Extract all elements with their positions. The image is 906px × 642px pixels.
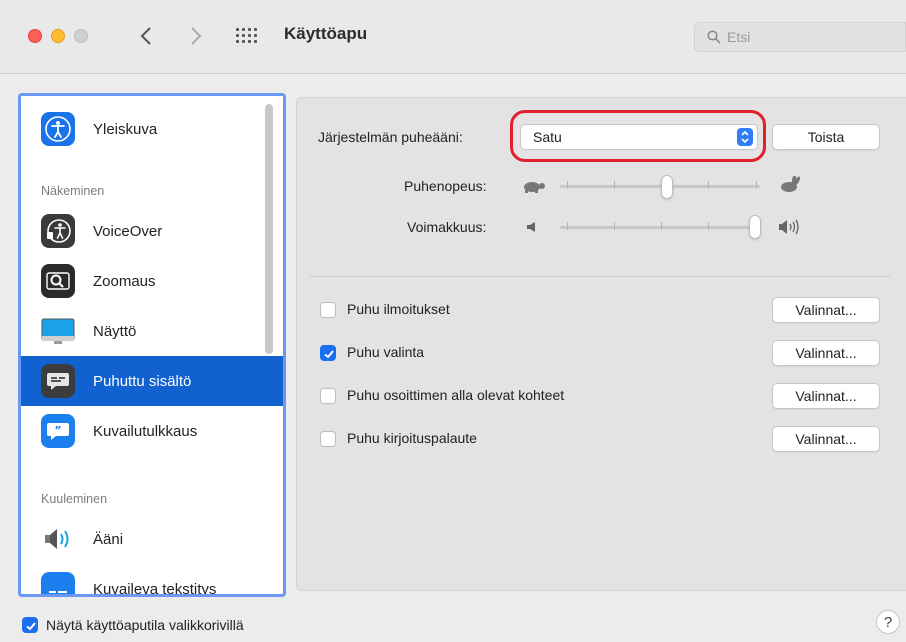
search-placeholder: Etsi — [727, 29, 751, 45]
sidebar-item-label: Kuvailutulkkaus — [93, 422, 198, 440]
section-heading-seeing: Näkeminen — [41, 184, 105, 198]
slider-tick — [567, 181, 568, 189]
sidebar-item-captions[interactable]: Kuvaileva tekstitys — [21, 564, 283, 597]
chevron-left-icon — [140, 27, 151, 45]
speak-selection-checkbox[interactable] — [320, 345, 336, 361]
turtle-icon — [524, 182, 545, 193]
slider-tick — [614, 222, 615, 230]
slider-tick — [708, 222, 709, 230]
section-divider — [310, 276, 890, 277]
slider-tick — [708, 181, 709, 189]
show-in-menubar-label: Näytä käyttöaputila valikkorivillä — [46, 617, 244, 633]
typing-feedback-options-button[interactable]: Valinnat... — [772, 426, 880, 452]
speaking-rate-knob[interactable] — [661, 175, 673, 199]
volume-slider[interactable] — [560, 226, 760, 229]
sidebar-item-voiceover[interactable]: VoiceOver — [21, 206, 283, 256]
zoom-icon — [41, 264, 75, 298]
sidebar[interactable]: Yleiskuva Näkeminen VoiceOver Zoomaus Nä… — [18, 93, 286, 597]
rabbit-icon — [781, 176, 801, 192]
sidebar-item-audio-description[interactable]: ” Kuvailutulkkaus — [21, 406, 283, 456]
slider-tick — [614, 181, 615, 189]
accessibility-icon — [41, 112, 75, 146]
sidebar-item-zoom[interactable]: Zoomaus — [21, 256, 283, 306]
announcements-label: Puhu ilmoitukset — [347, 301, 450, 317]
sidebar-item-overview[interactable]: Yleiskuva — [21, 104, 283, 154]
typing-feedback-checkbox[interactable] — [320, 431, 336, 447]
search-icon — [707, 30, 721, 44]
volume-knob[interactable] — [749, 215, 761, 239]
system-voice-label: Järjestelmän puheääni: — [318, 129, 463, 145]
sidebar-item-audio[interactable]: Ääni — [21, 514, 283, 564]
sidebar-item-spoken-content[interactable]: Puhuttu sisältö — [21, 356, 283, 406]
sidebar-item-label: Näyttö — [93, 322, 137, 340]
audio-description-icon: ” — [41, 414, 75, 448]
system-voice-popup[interactable]: Satu — [520, 124, 758, 150]
sidebar-item-label: Yleiskuva — [93, 120, 158, 138]
display-icon — [41, 314, 75, 348]
system-voice-value: Satu — [533, 129, 562, 145]
section-heading-hearing: Kuuleminen — [41, 492, 108, 506]
slider-tick — [661, 222, 662, 230]
sidebar-item-display[interactable]: Näyttö — [21, 306, 283, 356]
speaking-rate-slider[interactable] — [560, 185, 760, 188]
captions-icon — [41, 572, 75, 594]
speak-pointer-checkbox[interactable] — [320, 388, 336, 404]
speak-pointer-label: Puhu osoittimen alla olevat kohteet — [347, 387, 565, 403]
minimize-window-button[interactable] — [51, 29, 65, 43]
speaking-rate-label: Puhenopeus: — [404, 178, 487, 194]
show-all-grid-button[interactable] — [236, 26, 258, 46]
title-bar: Käyttöapu Etsi — [0, 0, 906, 74]
show-in-menubar-checkbox[interactable] — [22, 617, 38, 633]
announcements-options-button[interactable]: Valinnat... — [772, 297, 880, 323]
speak-selection-options-button[interactable]: Valinnat... — [772, 340, 880, 366]
sidebar-item-label: Kuvaileva tekstitys — [93, 580, 217, 597]
close-window-button[interactable] — [28, 29, 42, 43]
voiceover-icon — [41, 214, 75, 248]
checkmark-icon — [26, 622, 36, 631]
volume-low-icon — [527, 222, 535, 232]
chevron-right-icon — [191, 27, 202, 45]
sidebar-item-label: Zoomaus — [93, 272, 156, 290]
sidebar-item-label: Puhuttu sisältö — [93, 372, 192, 390]
slider-tick — [567, 222, 568, 230]
forward-button[interactable] — [182, 20, 210, 52]
volume-high-icon — [779, 219, 799, 235]
sidebar-item-label: VoiceOver — [93, 222, 163, 240]
speak-selection-label: Puhu valinta — [347, 344, 425, 360]
speaker-icon — [41, 522, 75, 556]
back-button[interactable] — [132, 20, 160, 52]
sidebar-item-label: Ääni — [93, 530, 124, 548]
zoom-window-button[interactable] — [74, 29, 88, 43]
svg-text:”: ” — [54, 424, 61, 437]
popup-stepper-icon — [737, 128, 753, 146]
slider-tick — [756, 181, 757, 189]
volume-label: Voimakkuus: — [407, 219, 487, 235]
announcements-checkbox[interactable] — [320, 302, 336, 318]
search-field[interactable]: Etsi — [694, 22, 906, 52]
typing-feedback-label: Puhu kirjoituspalaute — [347, 430, 477, 446]
speak-pointer-options-button[interactable]: Valinnat... — [772, 383, 880, 409]
help-button[interactable]: ? — [876, 610, 900, 634]
checkmark-icon — [324, 350, 334, 359]
spoken-content-icon — [41, 364, 75, 398]
play-button[interactable]: Toista — [772, 124, 880, 150]
window-title: Käyttöapu — [284, 24, 368, 43]
